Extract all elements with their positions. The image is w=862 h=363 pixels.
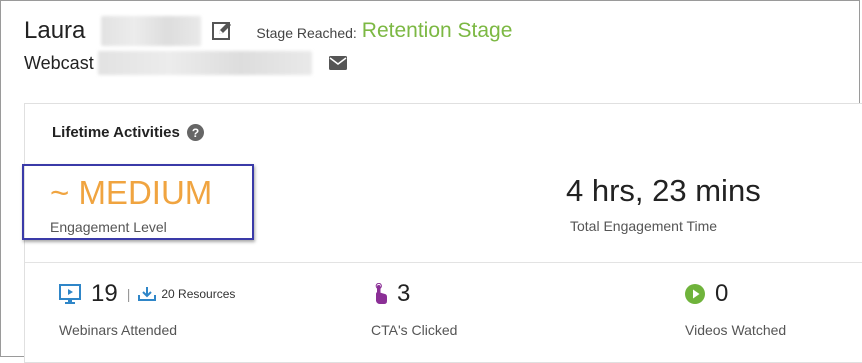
- webinars-stat: 19 | 20 Resources: [59, 280, 235, 308]
- play-icon: [685, 284, 705, 304]
- mail-icon[interactable]: [328, 55, 348, 71]
- engagement-level-value: ~ MEDIUM: [50, 174, 213, 211]
- total-engagement-time-label: Total Engagement Time: [570, 218, 718, 234]
- stage-reached-value: Retention Stage: [361, 19, 513, 42]
- contact-first-name: Laura: [24, 17, 86, 44]
- webinars-attended-count: 19: [91, 280, 118, 307]
- videos-watched-label: Videos Watched: [685, 322, 787, 338]
- resources-link[interactable]: 20 Resources: [138, 286, 235, 302]
- monitor-icon: [59, 284, 81, 304]
- pointer-icon: [375, 283, 387, 304]
- card-title-row: Lifetime Activities ?: [52, 124, 204, 141]
- stage-reached-label: Stage Reached:: [256, 25, 357, 41]
- contact-type-row: Webcast: [24, 50, 348, 76]
- videos-watched-count: 0: [715, 280, 729, 307]
- card-divider: [25, 262, 862, 263]
- lifetime-activities-title: Lifetime Activities: [52, 124, 180, 141]
- ctas-clicked-count: 3: [397, 280, 411, 307]
- lifetime-activities-card: Lifetime Activities ? ~ MEDIUM Engagemen…: [22, 103, 862, 363]
- engagement-level-highlight: ~ MEDIUM Engagement Level: [22, 164, 254, 240]
- engagement-level-label: Engagement Level: [50, 219, 167, 235]
- stat-separator: |: [126, 286, 131, 302]
- webinars-attended-label: Webinars Attended: [59, 322, 178, 338]
- redacted-last-name: [101, 16, 202, 46]
- svg-text:?: ?: [192, 126, 199, 140]
- ctas-stat: 3: [373, 280, 410, 308]
- download-icon: [138, 287, 157, 301]
- contact-name-row: Laura Stage Reached: Retention Stage: [24, 14, 512, 48]
- help-icon[interactable]: ?: [186, 124, 204, 141]
- source-type-label: Webcast: [24, 52, 94, 73]
- resources-count: 20 Resources: [161, 287, 236, 301]
- total-engagement-time-value: 4 hrs, 23 mins: [566, 173, 761, 208]
- redacted-source-name: [97, 51, 312, 75]
- edit-icon[interactable]: [211, 20, 233, 42]
- ctas-clicked-label: CTA's Clicked: [371, 322, 458, 338]
- videos-stat: 0: [685, 280, 728, 308]
